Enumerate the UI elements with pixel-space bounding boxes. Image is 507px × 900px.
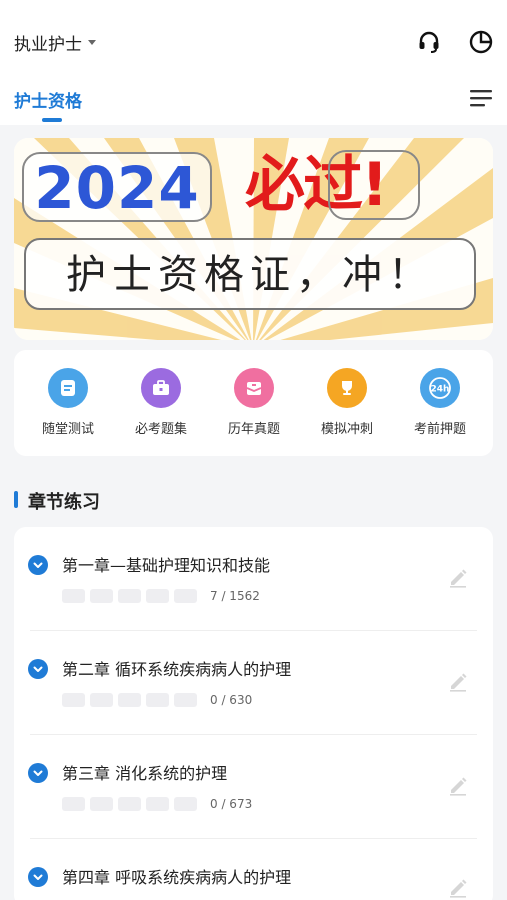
- chapter-item[interactable]: 第一章—基础护理知识和技能 7 / 1562: [14, 527, 493, 631]
- chapter-progress-bar: [62, 693, 197, 707]
- chapter-item[interactable]: 第三章 消化系统的护理 0 / 673: [14, 735, 493, 839]
- pencil-icon[interactable]: [446, 875, 470, 899]
- pencil-icon[interactable]: [446, 565, 470, 589]
- banner-year-text: 2024: [34, 154, 200, 222]
- quick-action-label: 随堂测试: [41, 422, 94, 437]
- chapter-title: 第三章 消化系统的护理: [62, 764, 228, 783]
- mail-icon: [234, 368, 274, 408]
- exam-type-label: 执业护士: [14, 35, 82, 55]
- banner-slogan: 护士资格证，冲！: [24, 238, 476, 310]
- chapter-title: 第四章 呼吸系统疾病病人的护理: [62, 868, 292, 887]
- section-accent-bar: [14, 491, 18, 508]
- trophy-icon: [327, 368, 367, 408]
- tab-active-indicator: [42, 118, 62, 122]
- quick-action-mock-sprint[interactable]: 模拟冲刺: [307, 368, 387, 437]
- chapter-count: 0 / 673: [210, 797, 253, 811]
- pencil-icon[interactable]: [446, 773, 470, 797]
- pie-chart-icon[interactable]: [467, 28, 495, 56]
- quick-action-must-exam[interactable]: 必考题集: [121, 368, 201, 437]
- chevron-down-icon[interactable]: [28, 763, 48, 783]
- chevron-down-icon[interactable]: [28, 867, 48, 887]
- chevron-down-icon[interactable]: [28, 555, 48, 575]
- banner-guo-frame: [328, 150, 420, 220]
- quick-actions-panel: 随堂测试 必考题集 历年真题 模拟冲刺 24h 考前押题: [14, 350, 493, 456]
- chapter-item[interactable]: 第二章 循环系统疾病病人的护理 0 / 630: [14, 631, 493, 735]
- quick-action-label: 历年真题: [227, 422, 280, 437]
- section-title: 章节练习: [28, 492, 100, 513]
- chapter-progress-bar: [62, 797, 197, 811]
- quiz-icon: [48, 368, 88, 408]
- quick-action-label: 模拟冲刺: [320, 422, 373, 437]
- chapter-count: 0 / 630: [210, 693, 253, 707]
- svg-text:24h: 24h: [431, 385, 450, 395]
- chapter-title: 第二章 循环系统疾病病人的护理: [62, 660, 292, 679]
- chapter-count: 7 / 1562: [210, 589, 260, 603]
- quick-action-label: 必考题集: [134, 422, 187, 437]
- quick-action-label: 考前押题: [413, 422, 466, 437]
- chapter-progress-bar: [62, 589, 197, 603]
- tab-nurse-qualification[interactable]: 护士资格: [14, 87, 82, 112]
- chapter-list: 第一章—基础护理知识和技能 7 / 1562 第二章 循环系统疾病病人的护理 0…: [14, 527, 493, 900]
- quick-action-past-papers[interactable]: 历年真题: [214, 368, 294, 437]
- chevron-down-icon: [88, 40, 96, 45]
- briefcase-icon: [141, 368, 181, 408]
- quick-action-pre-exam-tips[interactable]: 24h 考前押题: [400, 368, 480, 437]
- pencil-icon[interactable]: [446, 669, 470, 693]
- banner-pass-char1: 必: [245, 150, 305, 220]
- chevron-down-icon[interactable]: [28, 659, 48, 679]
- menu-icon[interactable]: [470, 89, 492, 107]
- chapter-title: 第一章—基础护理知识和技能: [62, 556, 271, 575]
- banner-year: 2024: [22, 152, 212, 222]
- quick-action-quiz[interactable]: 随堂测试: [28, 368, 108, 437]
- chapter-item[interactable]: 第四章 呼吸系统疾病病人的护理: [14, 839, 493, 900]
- exam-type-dropdown[interactable]: 执业护士: [14, 30, 96, 55]
- headset-icon[interactable]: [415, 28, 443, 56]
- top-bar: 执业护士 护士资格: [0, 0, 507, 125]
- 24h-icon: 24h: [420, 368, 460, 408]
